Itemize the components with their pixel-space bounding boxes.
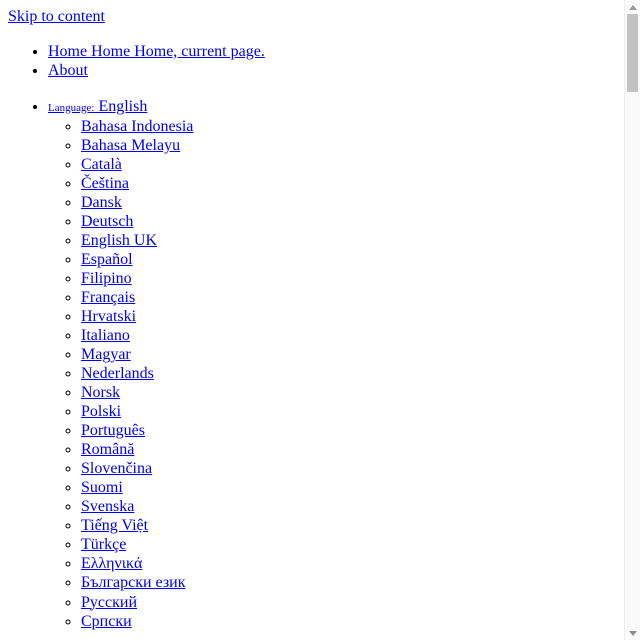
list-item: Français: [81, 288, 616, 307]
list-item: Čeština: [81, 174, 616, 193]
language-option-francais[interactable]: Français: [81, 289, 135, 306]
language-option-norsk[interactable]: Norsk: [81, 384, 120, 401]
vertical-scrollbar[interactable]: [624, 0, 640, 640]
scroll-down-arrow-icon: [628, 630, 637, 636]
list-item: Nederlands: [81, 364, 616, 383]
language-option-romana[interactable]: Română: [81, 441, 134, 458]
language-current-value: English: [98, 97, 148, 115]
language-menu-item: Language: English Bahasa Indonesia Bahas…: [48, 98, 616, 631]
list-item: Bahasa Indonesia: [81, 117, 616, 136]
language-option-tieng-viet[interactable]: Tiếng Việt: [81, 517, 148, 534]
language-option-svenska[interactable]: Svenska: [81, 498, 134, 515]
language-option-english-uk[interactable]: English UK: [81, 232, 157, 249]
language-options-list: Bahasa Indonesia Bahasa Melayu Català Če…: [48, 117, 616, 631]
nav-item-home: Home Home Home, current page.: [48, 43, 616, 62]
language-option-magyar[interactable]: Magyar: [81, 346, 131, 363]
scrollbar-track[interactable]: [625, 14, 640, 625]
list-item: Hrvatski: [81, 307, 616, 326]
list-item: Polski: [81, 402, 616, 421]
language-option-italiano[interactable]: Italiano: [81, 327, 130, 344]
list-item: Română: [81, 440, 616, 459]
list-item: Русский: [81, 593, 616, 612]
language-option-turkce[interactable]: Türkçe: [81, 536, 126, 553]
language-option-slovencina[interactable]: Slovenčina: [81, 460, 152, 477]
nav-item-about: About: [48, 62, 616, 81]
language-option-srpski[interactable]: Српски: [81, 613, 132, 630]
scrollbar-up-button[interactable]: [625, 0, 640, 15]
list-item: Tiếng Việt: [81, 516, 616, 535]
list-item: Italiano: [81, 326, 616, 345]
language-option-catala[interactable]: Català: [81, 156, 122, 173]
primary-navigation-list: Home Home Home, current page. About: [8, 43, 616, 81]
list-item: Magyar: [81, 345, 616, 364]
language-current-link[interactable]: Language: English: [48, 98, 147, 115]
language-option-portugues[interactable]: Português: [81, 422, 145, 439]
list-item: Suomi: [81, 478, 616, 497]
list-item: Deutsch: [81, 212, 616, 231]
scrollbar-thumb[interactable]: [627, 14, 638, 92]
language-option-suomi[interactable]: Suomi: [81, 479, 123, 496]
language-option-filipino[interactable]: Filipino: [81, 270, 132, 287]
list-item: Ελληνικά: [81, 554, 616, 573]
list-item: Norsk: [81, 383, 616, 402]
list-item: Filipino: [81, 269, 616, 288]
list-item: Español: [81, 250, 616, 269]
list-item: Português: [81, 421, 616, 440]
language-option-ellinika[interactable]: Ελληνικά: [81, 555, 142, 572]
language-option-deutsch[interactable]: Deutsch: [81, 213, 133, 230]
scroll-up-arrow-icon: [628, 4, 637, 10]
nav-link-about[interactable]: About: [48, 62, 88, 79]
language-label: Language:: [48, 101, 95, 114]
language-option-bahasa-melayu[interactable]: Bahasa Melayu: [81, 137, 180, 154]
list-item: Српски: [81, 612, 616, 631]
language-menu-list: Language: English Bahasa Indonesia Bahas…: [8, 98, 616, 631]
language-option-dansk[interactable]: Dansk: [81, 194, 122, 211]
language-option-cestina[interactable]: Čeština: [81, 175, 129, 192]
language-option-hrvatski[interactable]: Hrvatski: [81, 308, 136, 325]
nav-link-home[interactable]: Home Home Home, current page.: [48, 43, 265, 60]
list-item: Bahasa Melayu: [81, 136, 616, 155]
language-option-polski[interactable]: Polski: [81, 403, 121, 420]
list-item: Türkçe: [81, 535, 616, 554]
list-item: Svenska: [81, 497, 616, 516]
language-option-bulgarski[interactable]: Български език: [81, 574, 186, 591]
scrollbar-down-button[interactable]: [625, 625, 640, 640]
language-option-bahasa-indonesia[interactable]: Bahasa Indonesia: [81, 118, 193, 135]
list-item: Slovenčina: [81, 459, 616, 478]
language-option-nederlands[interactable]: Nederlands: [81, 365, 154, 382]
list-item: Català: [81, 155, 616, 174]
page-content: Skip to content Home Home Home, current …: [0, 0, 624, 639]
language-option-russkiy[interactable]: Русский: [81, 594, 137, 611]
list-item: Dansk: [81, 193, 616, 212]
list-item: Български език: [81, 573, 616, 592]
language-option-espanol[interactable]: Español: [81, 251, 133, 268]
skip-to-content-link[interactable]: Skip to content: [8, 8, 105, 25]
document-canvas: Skip to content Home Home Home, current …: [0, 0, 624, 640]
skip-to-content-wrapper: Skip to content: [8, 8, 616, 27]
list-item: English UK: [81, 231, 616, 250]
